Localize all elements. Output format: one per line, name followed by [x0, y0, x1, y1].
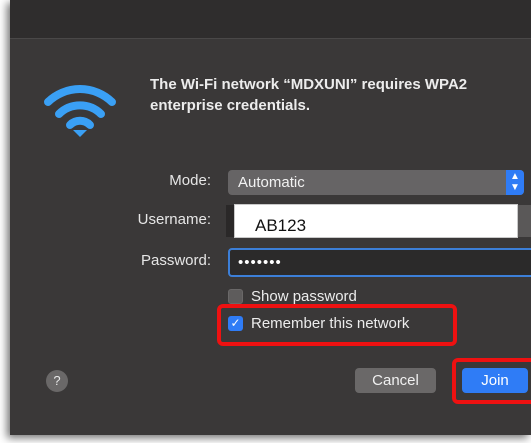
wifi-icon: [44, 85, 116, 137]
show-password-option[interactable]: Show password: [228, 288, 357, 305]
password-label: Password:: [140, 252, 211, 269]
mode-select-value: Automatic: [238, 174, 305, 191]
screenshot-page: The Wi-Fi network “MDXUNI” requires WPA2…: [0, 0, 531, 443]
mode-label: Mode:: [169, 172, 211, 189]
username-label: Username:: [137, 211, 211, 228]
username-field-edge: [226, 205, 234, 237]
password-field[interactable]: •••••••: [228, 248, 531, 277]
join-button-highlight: [452, 358, 531, 404]
chevron-up-down-icon: ▲ ▼: [506, 170, 524, 195]
help-button[interactable]: ?: [46, 370, 68, 392]
show-password-label: Show password: [251, 288, 357, 305]
wifi-credentials-dialog: The Wi-Fi network “MDXUNI” requires WPA2…: [10, 0, 531, 435]
remember-network-highlight: [217, 304, 457, 346]
cancel-button[interactable]: Cancel: [355, 368, 436, 393]
username-field-edge-right: [518, 205, 531, 237]
mode-select[interactable]: Automatic ▲ ▼: [228, 170, 524, 195]
username-field[interactable]: AB123: [234, 204, 518, 238]
show-password-checkbox[interactable]: [228, 289, 243, 304]
dialog-message: The Wi-Fi network “MDXUNI” requires WPA2…: [150, 76, 468, 114]
